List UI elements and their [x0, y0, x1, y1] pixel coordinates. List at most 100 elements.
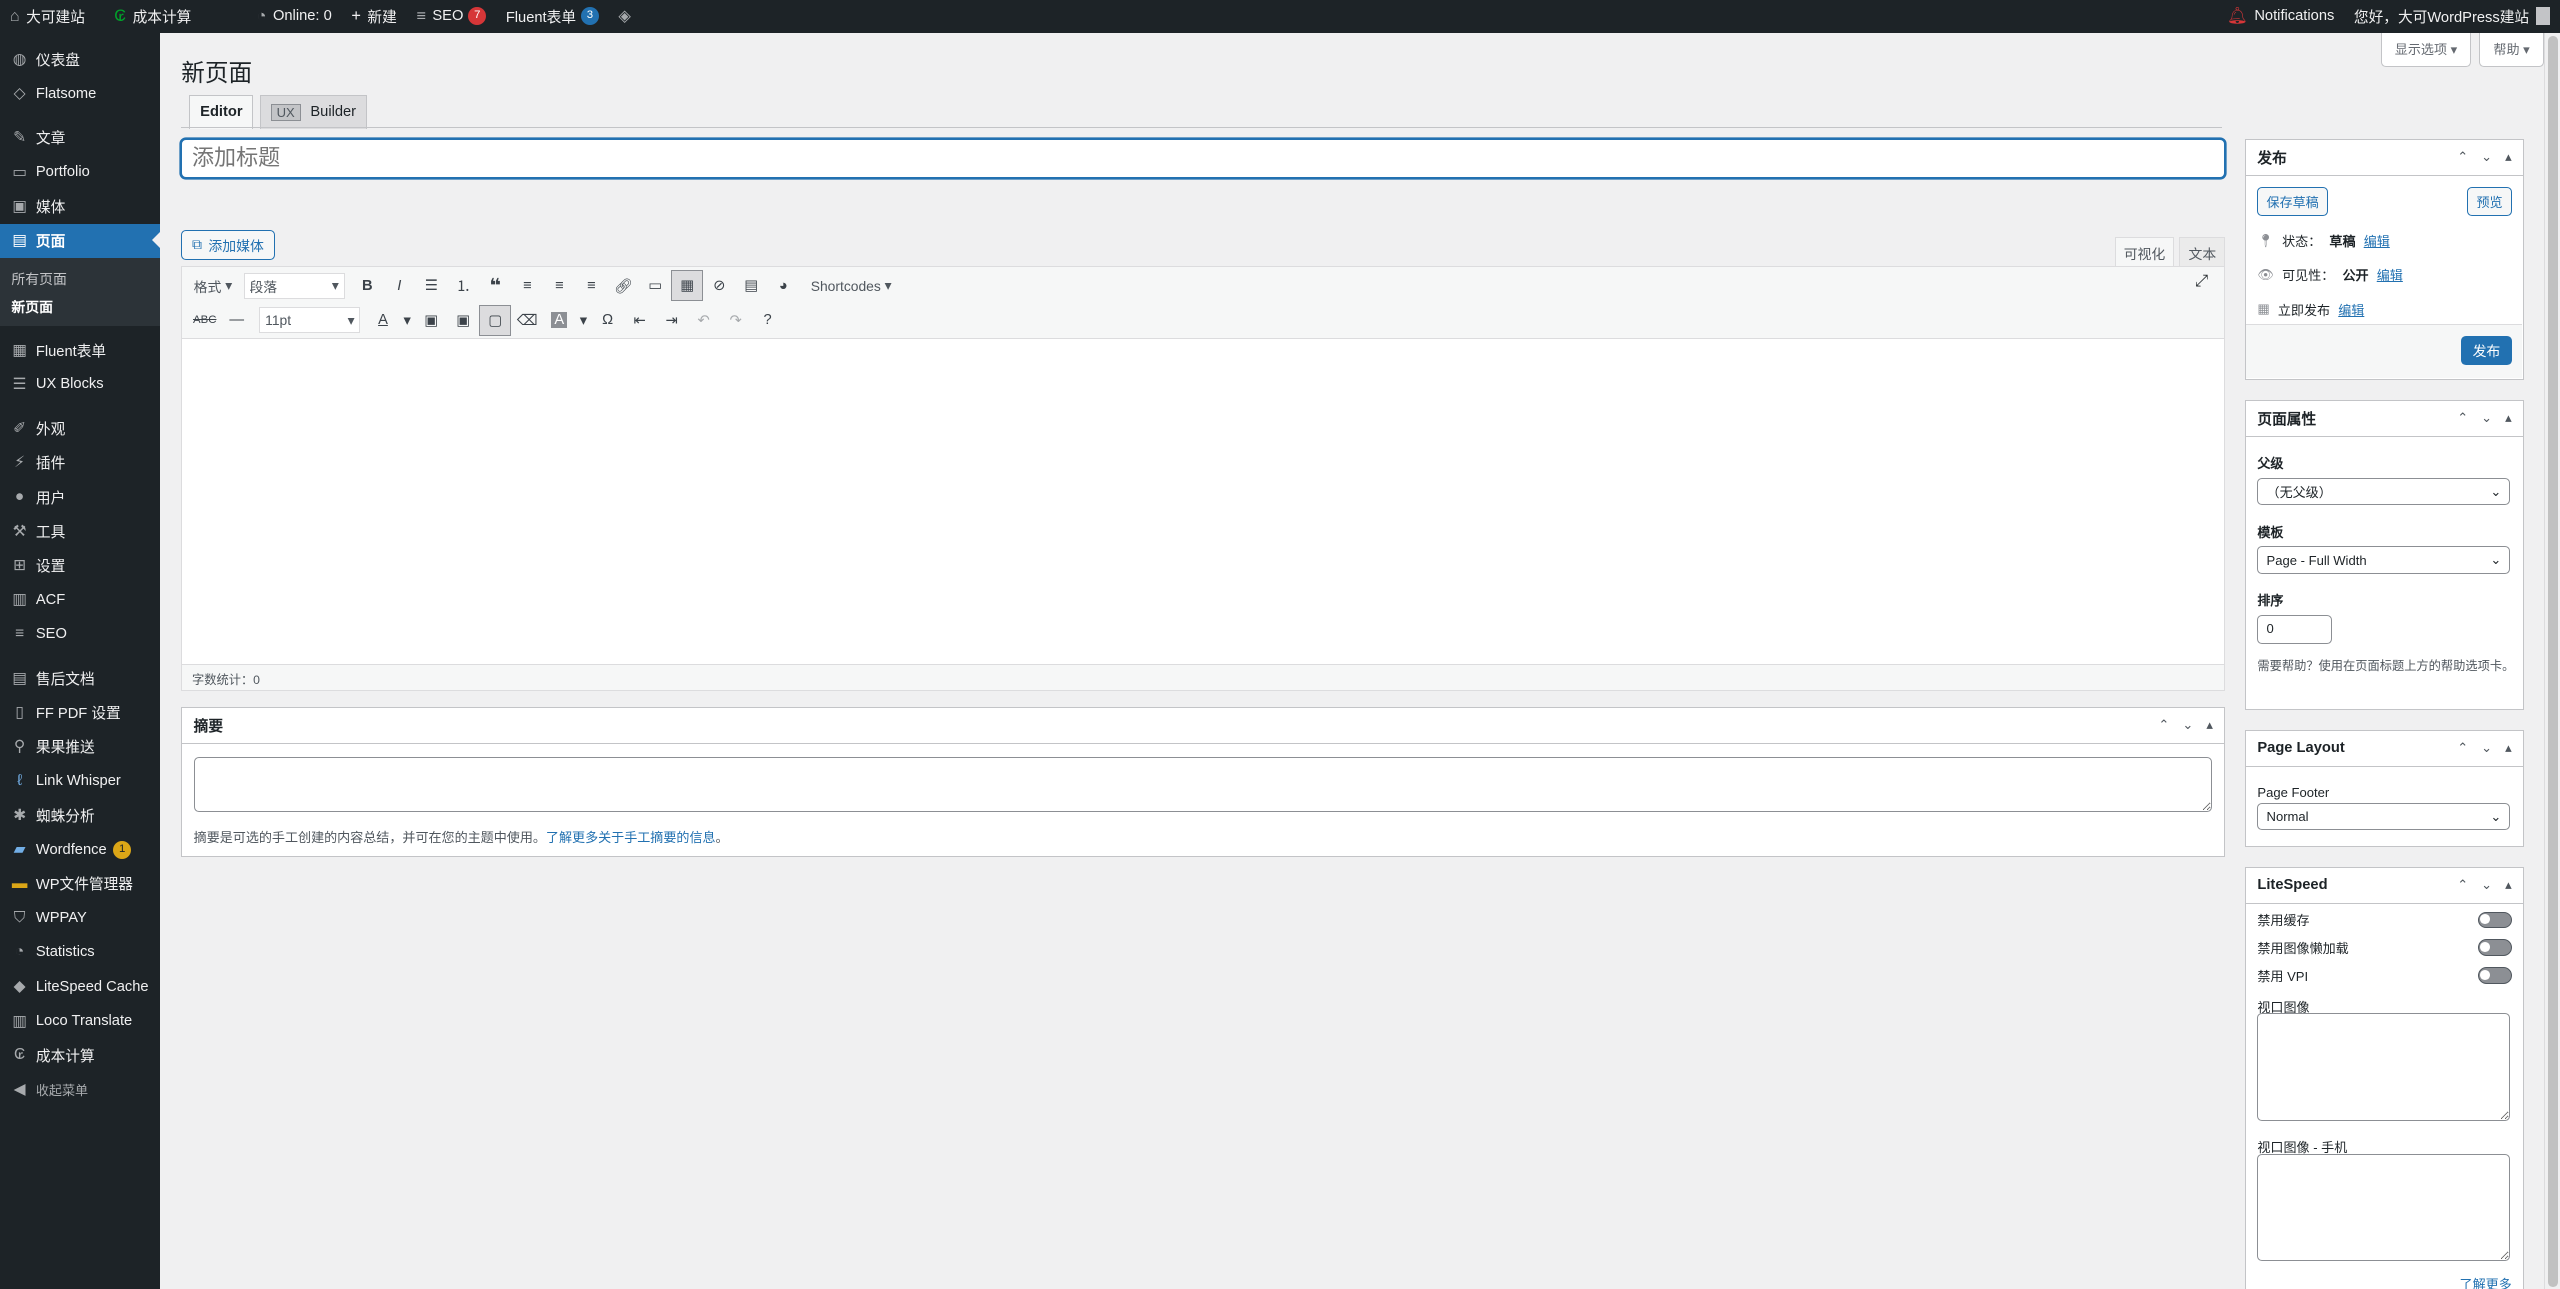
collapse-icon[interactable]: ▴ — [2206, 717, 2213, 733]
sidebar-item-dashboard[interactable]: ◍ 仪表盘 — [0, 42, 160, 76]
undo-icon[interactable]: ↶ — [688, 305, 720, 336]
toolbar-toggle-icon[interactable]: ▦ — [671, 270, 704, 302]
move-up-icon[interactable]: ⌃ — [2457, 877, 2468, 893]
edit-status-link[interactable]: 编辑 — [2364, 231, 2390, 250]
move-down-icon[interactable]: ⌄ — [2481, 410, 2492, 426]
move-down-icon[interactable]: ⌄ — [2481, 149, 2492, 165]
align-right-icon[interactable]: ≡ — [575, 270, 607, 301]
help-icon[interactable]: ? — [752, 305, 784, 336]
chevron-down-icon[interactable]: ▾ — [399, 305, 415, 336]
sidebar-item-wppay[interactable]: ⛉ WPPAY — [0, 901, 160, 935]
table-icon[interactable]: ▤ — [735, 270, 767, 301]
numbered-list-icon[interactable]: ⒈ — [447, 270, 479, 301]
sidebar-item-fluent-forms[interactable]: ▦ Fluent表单 — [0, 333, 160, 367]
paste-text-icon[interactable]: ▣ — [415, 305, 447, 336]
disable-vpi-toggle[interactable] — [2477, 967, 2513, 984]
site-name-link[interactable]: ⌂ 大可建站 — [0, 0, 95, 33]
link-icon[interactable]: 🔗︎ — [607, 270, 639, 301]
italic-icon[interactable]: I — [383, 270, 415, 301]
new-content-link[interactable]: + 新建 — [342, 0, 407, 33]
sidebar-item-settings[interactable]: ⊞ 设置 — [0, 548, 160, 582]
submenu-all-pages[interactable]: 所有页面 — [0, 266, 160, 294]
disable-lazy-toggle[interactable] — [2477, 939, 2513, 956]
sidebar-item-file-manager[interactable]: ▬ WP文件管理器 — [0, 867, 160, 901]
litespeed-learn-more-link[interactable]: 了解更多 — [2460, 1274, 2512, 1289]
move-down-icon[interactable]: ⌄ — [2481, 740, 2492, 756]
paste-icon[interactable]: ▢ — [479, 304, 512, 336]
align-center-icon[interactable]: ≡ — [543, 270, 575, 301]
text-color-icon[interactable]: A — [367, 305, 399, 336]
disable-cache-toggle[interactable] — [2477, 911, 2513, 929]
edit-visibility-link[interactable]: 编辑 — [2377, 265, 2403, 284]
sidebar-item-plugins[interactable]: ⚡︎ 插件 — [0, 446, 160, 480]
move-down-icon[interactable]: ⌄ — [2481, 877, 2492, 893]
collapse-icon[interactable]: ▴ — [2505, 740, 2512, 756]
sidebar-item-docs[interactable]: ▤ 售后文档 — [0, 661, 160, 695]
bold-icon[interactable]: B — [351, 270, 383, 301]
viewport-image-textarea[interactable] — [2257, 1013, 2511, 1121]
flatsome-icon[interactable]: ◈ — [609, 0, 648, 33]
move-up-icon[interactable]: ⌃ — [2158, 717, 2169, 733]
sidebar-item-ux-blocks[interactable]: ☰ UX Blocks — [0, 367, 160, 401]
sidebar-item-ff-pdf[interactable]: ▯ FF PDF 设置 — [0, 695, 160, 729]
sidebar-item-flatsome[interactable]: ◇ Flatsome — [0, 77, 160, 111]
save-draft-button[interactable]: 保存草稿 — [2257, 187, 2328, 217]
sidebar-item-cost-calc[interactable]: ₢ 成本计算 — [0, 1038, 160, 1072]
tab-ux-builder[interactable]: UX Builder — [259, 94, 367, 129]
seo-menu[interactable]: ≡ SEO 7 — [407, 0, 496, 33]
move-up-icon[interactable]: ⌃ — [2457, 149, 2468, 165]
indent-icon[interactable]: ⇥ — [656, 305, 688, 336]
sidebar-item-media[interactable]: ▣ 媒体 — [0, 189, 160, 223]
screen-options-button[interactable]: 显示选项 ▾ — [2380, 32, 2472, 68]
account-menu[interactable]: 您好，大可WordPress建站 — [2344, 0, 2560, 33]
redo-icon[interactable]: ↷ — [720, 305, 752, 336]
parent-select[interactable]: （无父级） ⌄ — [2257, 477, 2511, 506]
paste-word-icon[interactable]: ▣ — [447, 305, 479, 336]
blockquote-icon[interactable]: ❝ — [479, 270, 511, 301]
chevron-down-icon[interactable]: ▾ — [575, 305, 591, 336]
sidebar-item-portfolio[interactable]: ▭ Portfolio — [0, 155, 160, 189]
sidebar-item-wordfence[interactable]: ▰ Wordfence 1 — [0, 832, 160, 866]
page-scrollbar[interactable] — [2543, 32, 2560, 1289]
clear-formatting-icon[interactable]: ⌫ — [511, 305, 543, 336]
bullet-list-icon[interactable]: ☰ — [415, 270, 447, 301]
sidebar-item-link-whisper[interactable]: ℓ Link Whisper — [0, 764, 160, 798]
sidebar-item-pages[interactable]: ▤ 页面 — [0, 223, 160, 258]
format-dropdown[interactable]: 格式 ▾ — [189, 273, 237, 299]
submenu-new-page[interactable]: 新页面 — [0, 294, 160, 322]
template-select[interactable]: Page - Full Width ⌄ — [2257, 546, 2511, 575]
tab-visual[interactable]: 可视化 — [2114, 236, 2175, 268]
strikethrough-icon[interactable]: ABC — [189, 305, 221, 336]
shortcodes-dropdown[interactable]: Shortcodes ▾ — [806, 273, 897, 299]
sidebar-item-litespeed[interactable]: ◆ LiteSpeed Cache — [0, 970, 160, 1004]
move-up-icon[interactable]: ⌃ — [2457, 410, 2468, 426]
online-counter[interactable]: ◔ Online: 0 — [247, 0, 342, 33]
sidebar-item-posts[interactable]: ✎ 文章 — [0, 121, 160, 155]
viewport-image-mobile-textarea[interactable] — [2257, 1153, 2511, 1262]
sidebar-item-seo[interactable]: ≡ SEO — [0, 617, 160, 651]
chart-icon[interactable]: ◕ — [767, 270, 799, 301]
collapse-icon[interactable]: ▴ — [2505, 410, 2512, 426]
hide-icon[interactable]: ⊘ — [703, 270, 735, 301]
read-more-icon[interactable]: ▭ — [639, 270, 671, 301]
sidebar-item-appearance[interactable]: ✐ 外观 — [0, 411, 160, 445]
preview-button[interactable]: 预览 — [2467, 187, 2512, 217]
order-input[interactable]: 0 — [2257, 614, 2333, 645]
collapse-icon[interactable]: ▴ — [2505, 877, 2512, 893]
fullscreen-icon[interactable]: ⤢ — [2188, 272, 2214, 298]
page-footer-select[interactable]: Normal ⌄ — [2257, 802, 2511, 831]
sidebar-item-tools[interactable]: ⚒ 工具 — [0, 514, 160, 548]
excerpt-learn-more-link[interactable]: 了解更多关于手工摘要的信息 — [546, 830, 716, 845]
edit-schedule-link[interactable]: 编辑 — [2338, 300, 2364, 319]
add-media-button[interactable]: ⧉ 添加媒体 — [181, 230, 275, 260]
sidebar-item-spider[interactable]: ✱ 蜘蛛分析 — [0, 798, 160, 832]
paragraph-dropdown[interactable]: 段落 ▾ — [243, 272, 345, 299]
tab-editor[interactable]: Editor — [189, 94, 254, 129]
horizontal-line-icon[interactable]: — — [221, 305, 253, 336]
move-down-icon[interactable]: ⌄ — [2182, 717, 2193, 733]
publish-button[interactable]: 发布 — [2461, 335, 2512, 366]
align-left-icon[interactable]: ≡ — [511, 270, 543, 301]
outdent-icon[interactable]: ⇤ — [624, 305, 656, 336]
font-size-dropdown[interactable]: 11pt ▾ — [259, 307, 361, 334]
notifications-link[interactable]: 🔔︎ Notifications — [2217, 0, 2344, 33]
